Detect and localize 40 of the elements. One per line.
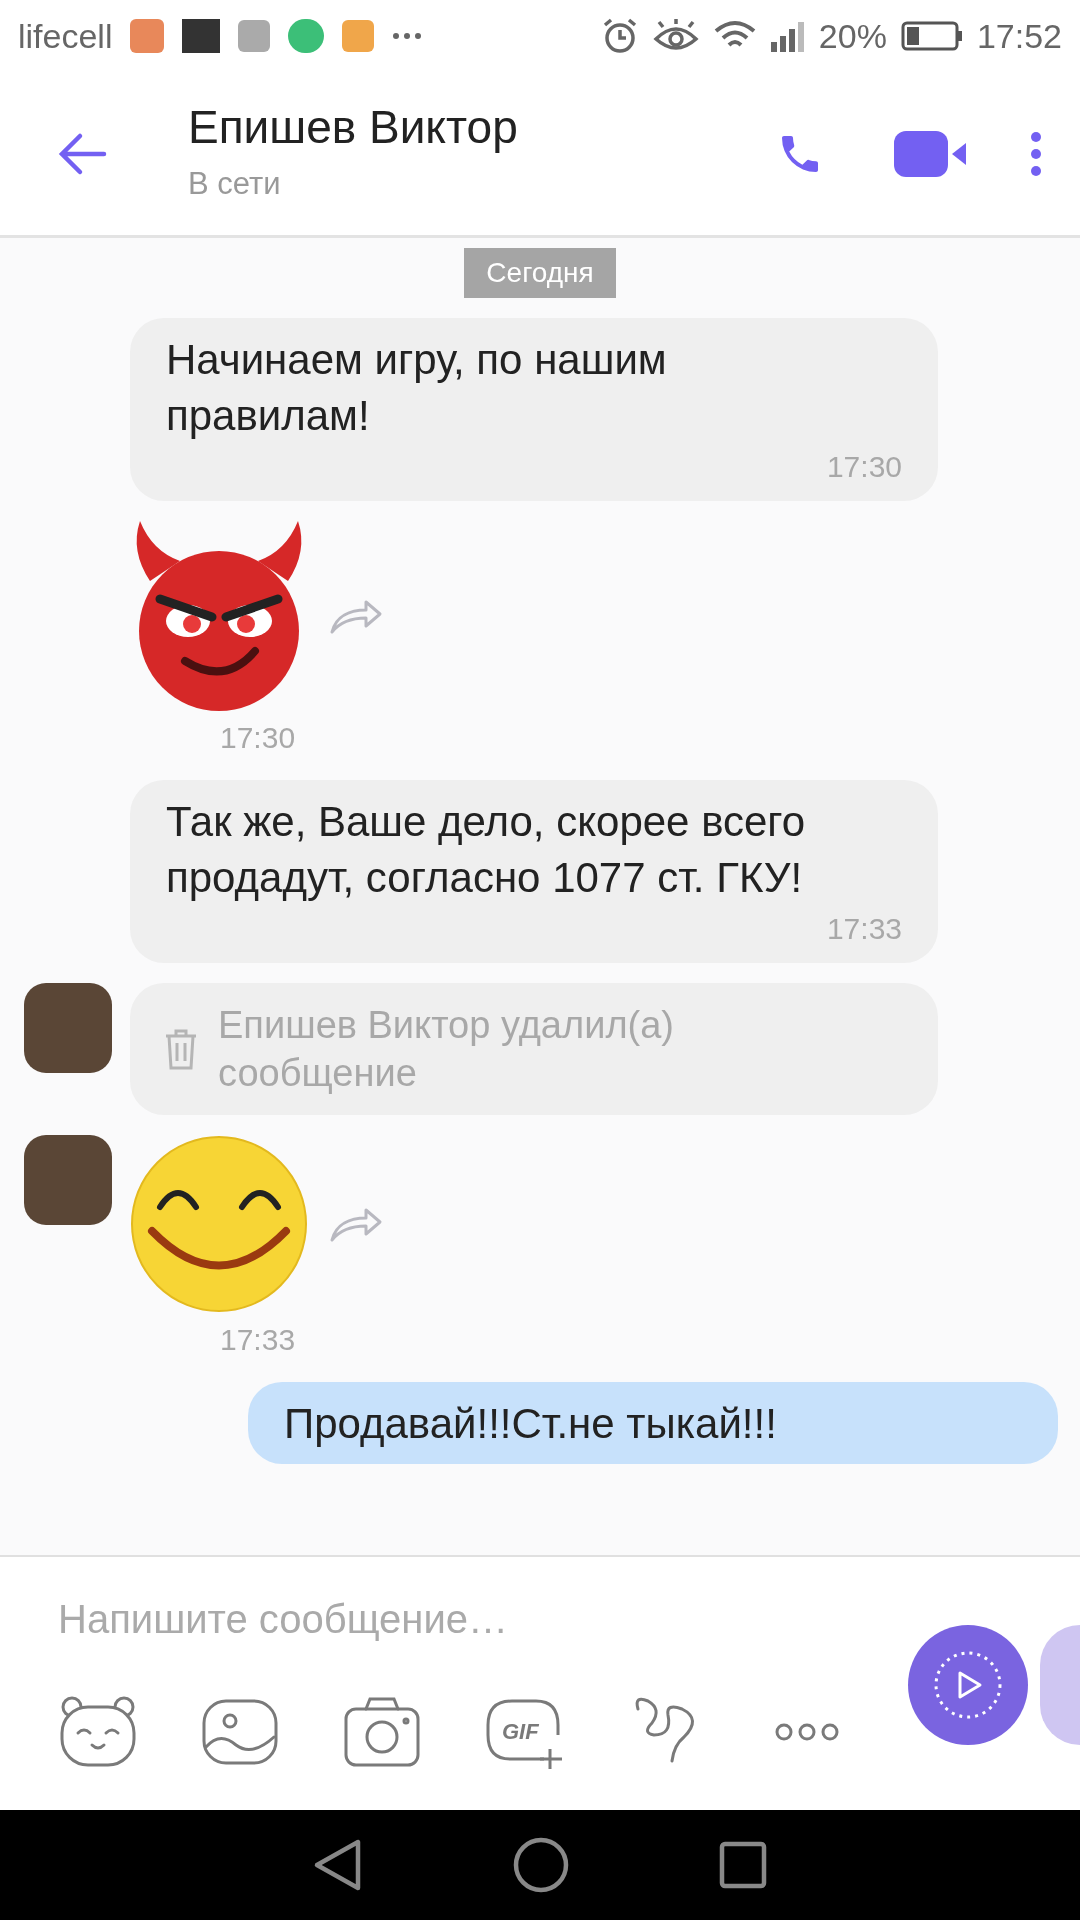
notification-icon (342, 20, 375, 52)
camera-icon[interactable] (342, 1695, 422, 1769)
recents-nav-icon[interactable] (719, 1841, 767, 1889)
avatar-photo-placeholder[interactable] (24, 1135, 112, 1225)
contact-status: В сети (188, 165, 282, 204)
clock-time: 17:52 (976, 15, 1062, 57)
message-bubble[interactable]: Начинаем игру, по нашим правилам! 17:30 (130, 318, 938, 501)
battery-icon (900, 21, 963, 51)
contact-name: Епишев Виктор (188, 100, 518, 156)
eye-icon (652, 19, 699, 53)
trash-icon (164, 1028, 198, 1070)
back-arrow-icon[interactable] (58, 131, 108, 176)
notification-icon (238, 20, 271, 52)
battery-percentage: 20% (818, 15, 887, 57)
home-nav-icon[interactable] (513, 1837, 569, 1893)
more-menu-icon[interactable] (1030, 130, 1042, 177)
deleted-message-text: Епишев Виктор удалил(а) сообщение (218, 1003, 675, 1096)
message-bubble[interactable]: Так же, Ваше дело, скорее всего продадут, согласно 1077 ст. ГКУ! 17:33 (130, 780, 938, 963)
message-bubble[interactable]: Продавай!!!Ст.не тыкай!!! (248, 1382, 1058, 1464)
message-input-field[interactable]: Напишите сообщение… (58, 1587, 858, 1651)
notification-icon (288, 19, 325, 53)
carrier-name: lifecell (18, 15, 113, 57)
more-options-icon[interactable] (774, 1722, 840, 1742)
notification-icon (182, 19, 221, 53)
sticker-bear-icon[interactable] (58, 1695, 138, 1769)
message-text: Продавай!!!Ст.не тыкай!!! (284, 1399, 778, 1449)
message-time: 17:33 (220, 1323, 296, 1356)
avatar-photo-placeholder[interactable] (24, 983, 112, 1073)
more-notifications-icon (392, 32, 423, 40)
notification-icon (130, 19, 165, 53)
back-nav-icon[interactable] (313, 1838, 363, 1892)
signal-icon (770, 20, 805, 52)
video-camera-icon[interactable] (894, 130, 968, 177)
message-time: 17:30 (826, 449, 902, 485)
smiley-sticker[interactable] (130, 1135, 308, 1313)
message-text: Начинаем игру, по нашим правилам! (166, 335, 668, 441)
play-icon (932, 1649, 1004, 1721)
message-text: Так же, Ваше дело, скорее всего продадут, согласно 1077 ст. ГКУ! (166, 797, 807, 903)
message-time: 17:30 (220, 721, 296, 754)
message-time: 17:33 (826, 911, 902, 947)
